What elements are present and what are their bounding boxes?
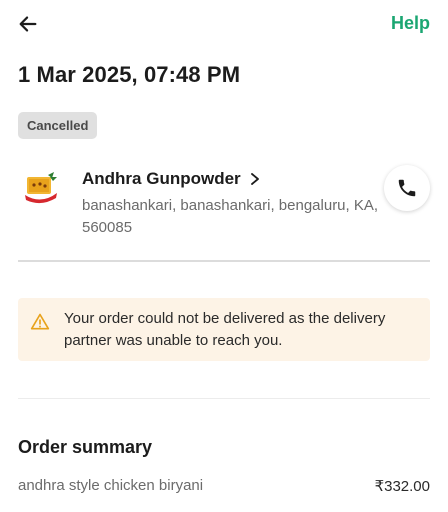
restaurant-name: Andhra Gunpowder <box>82 169 241 188</box>
status-badge: Cancelled <box>18 112 98 139</box>
help-link[interactable]: Help <box>391 13 430 34</box>
phone-icon <box>398 179 416 197</box>
item-name: andhra style chicken biryani <box>18 477 204 494</box>
delivery-alert: Your order could not be delivered as the… <box>18 298 430 361</box>
chevron-right-icon <box>249 172 261 186</box>
summary-item-row: andhra style chicken biryani ₹332.00 <box>18 477 430 495</box>
call-restaurant-button[interactable] <box>384 165 430 211</box>
divider <box>18 398 430 399</box>
item-price: ₹332.00 <box>374 478 430 495</box>
order-datetime: 1 Mar 2025, 07:48 PM <box>18 62 241 87</box>
top-bar: Help <box>0 0 448 48</box>
alert-message: Your order could not be delivered as the… <box>64 310 386 349</box>
order-summary-title: Order summary <box>18 437 153 457</box>
restaurant-name-link[interactable]: Andhra Gunpowder <box>82 169 261 189</box>
restaurant-address: banashankari, banashankari, bengaluru, K… <box>82 197 379 236</box>
restaurant-logo <box>18 165 64 211</box>
restaurant-card: Andhra Gunpowder banashankari, banashank… <box>18 163 430 243</box>
warning-icon <box>30 313 50 330</box>
arrow-left-icon <box>19 16 37 32</box>
back-button[interactable] <box>14 10 42 38</box>
divider <box>18 260 430 262</box>
